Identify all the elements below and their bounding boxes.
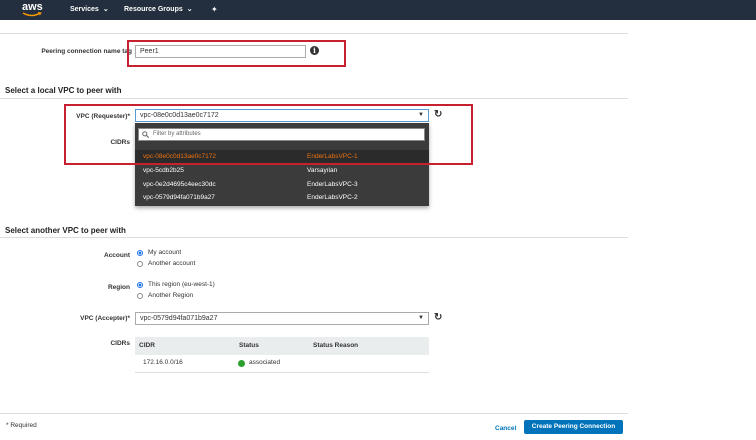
table-row: 172.16.0.0/16 associated — [135, 355, 429, 373]
aws-smile-icon — [22, 12, 42, 17]
this-region-label: This region (eu-west-1) — [148, 281, 215, 288]
vpc-option-2[interactable]: vpc-5cdb2b25 Varsayılan — [135, 164, 429, 177]
accepter-cidrs-label: CIDRs — [110, 340, 130, 347]
column-header-cidr: CIDR — [139, 342, 155, 349]
accepter-vpc-value: vpc-0579d94fa071b9a27 — [140, 315, 218, 322]
name-tag-label: Peering connection name tag — [41, 48, 132, 55]
account-label: Account — [104, 252, 130, 259]
cidr-table-header: CIDR Status Status Reason — [135, 337, 429, 355]
cancel-button[interactable]: Cancel — [495, 425, 516, 432]
resource-groups-menu[interactable]: Resource Groups ⌄ — [124, 4, 193, 16]
another-region-label: Another Region — [148, 292, 194, 299]
divider — [0, 33, 628, 34]
status-ok-icon — [238, 360, 245, 367]
divider — [0, 98, 628, 99]
pin-icon[interactable]: ✦ — [211, 4, 218, 16]
top-nav — [0, 0, 756, 20]
column-header-status-reason: Status Reason — [313, 342, 359, 349]
divider — [0, 237, 628, 238]
accepter-vpc-label: VPC (Accepter)* — [80, 315, 130, 322]
radio-this-region[interactable] — [137, 282, 143, 288]
status-cell: associated — [249, 359, 281, 366]
create-peering-connection-button[interactable]: Create Peering Connection — [524, 420, 623, 434]
another-account-label: Another account — [148, 260, 196, 267]
accepter-vpc-select[interactable]: vpc-0579d94fa071b9a27 ▼ — [135, 312, 429, 325]
caret-down-icon: ▼ — [418, 315, 424, 321]
radio-another-account[interactable] — [137, 261, 143, 267]
vpc-option-3[interactable]: vpc-0e2d4695c4eec30dc EnderLabsVPC-3 — [135, 178, 429, 191]
vpc-option-name: EnderLabsVPC-2 — [307, 194, 358, 201]
vpc-option-id: vpc-0e2d4695c4eec30dc — [143, 181, 216, 188]
radio-another-region[interactable] — [137, 293, 143, 299]
required-note: * Required — [6, 422, 37, 429]
vpc-option-name: Varsayılan — [307, 167, 338, 174]
services-menu[interactable]: Services ⌄ — [70, 4, 109, 16]
resource-groups-label: Resource Groups — [124, 6, 183, 13]
vpc-option-id: vpc-5cdb2b25 — [143, 167, 184, 174]
vpc-option-id: vpc-0579d94fa071b9a27 — [143, 194, 215, 201]
refresh-icon[interactable]: ↻ — [434, 312, 442, 324]
aws-logo[interactable]: aws — [22, 2, 43, 13]
divider — [0, 413, 628, 414]
vpc-option-name: EnderLabsVPC-3 — [307, 181, 358, 188]
local-vpc-section-title: Select a local VPC to peer with — [5, 86, 122, 95]
vpc-option-4[interactable]: vpc-0579d94fa071b9a27 EnderLabsVPC-2 — [135, 191, 429, 204]
highlight-box-requester — [64, 104, 473, 165]
column-header-status: Status — [239, 342, 259, 349]
cidr-cell: 172.16.0.0/16 — [143, 359, 183, 366]
services-label: Services — [70, 6, 99, 13]
my-account-label: My account — [148, 249, 182, 256]
radio-my-account[interactable] — [137, 250, 143, 256]
highlight-box-name-tag — [127, 40, 346, 67]
another-vpc-section-title: Select another VPC to peer with — [5, 226, 126, 235]
region-label: Region — [107, 284, 130, 291]
chevron-down-icon: ⌄ — [186, 6, 193, 13]
chevron-down-icon: ⌄ — [102, 6, 109, 13]
